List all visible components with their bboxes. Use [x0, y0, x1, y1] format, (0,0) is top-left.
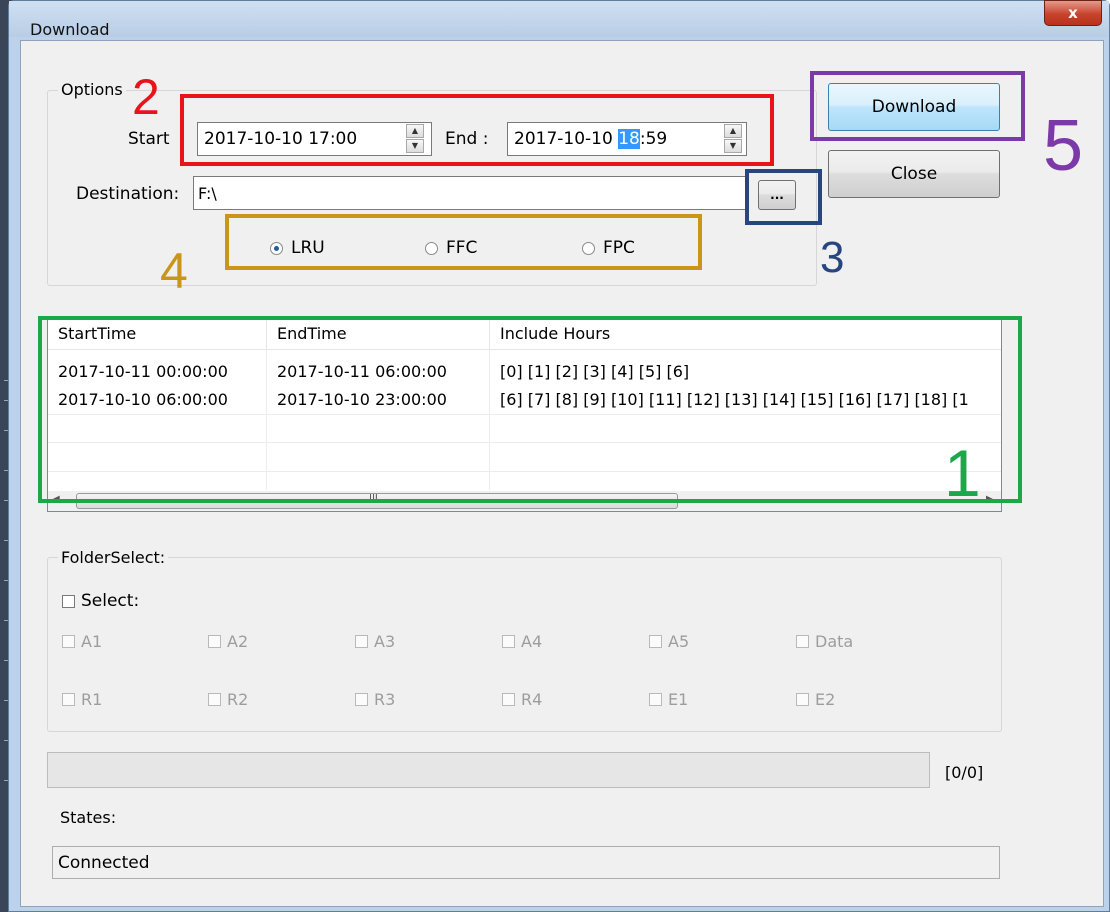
checkbox-r2-label: R2 — [227, 690, 249, 709]
checkbox-e2[interactable]: E2 — [796, 690, 835, 709]
close-button[interactable]: Close — [828, 150, 1000, 198]
checkbox-r3-label: R3 — [374, 690, 396, 709]
checkbox-e2-label: E2 — [815, 690, 836, 709]
annotation-box-1 — [38, 316, 1022, 503]
close-icon: x — [1068, 4, 1078, 22]
checkbox-a2-label: A2 — [227, 632, 249, 651]
checkbox-icon — [502, 693, 515, 706]
checkbox-e1[interactable]: E1 — [649, 690, 688, 709]
folder-select-legend: FolderSelect: — [58, 548, 169, 567]
checkbox-a4[interactable]: A4 — [502, 632, 542, 651]
window-close-button[interactable]: x — [1044, 0, 1102, 26]
checkbox-icon — [355, 693, 368, 706]
checkbox-icon — [62, 594, 75, 608]
checkbox-a4-label: A4 — [521, 632, 543, 651]
checkbox-r2[interactable]: R2 — [208, 690, 248, 709]
checkbox-a1[interactable]: A1 — [62, 632, 102, 651]
checkbox-e1-label: E1 — [668, 690, 689, 709]
checkbox-r4[interactable]: R4 — [502, 690, 542, 709]
annotation-number-2: 2 — [132, 69, 160, 125]
checkbox-r4-label: R4 — [521, 690, 543, 709]
checkbox-icon — [649, 635, 662, 648]
annotation-box-4 — [225, 214, 702, 270]
checkbox-a2[interactable]: A2 — [208, 632, 248, 651]
checkbox-icon — [502, 635, 515, 648]
annotation-box-5 — [810, 71, 1025, 141]
checkbox-icon — [355, 635, 368, 648]
checkbox-r1-label: R1 — [81, 690, 103, 709]
checkbox-icon — [796, 693, 809, 706]
progress-bar — [47, 752, 930, 788]
annotation-number-4: 4 — [160, 243, 188, 299]
window-title: Download — [30, 20, 110, 39]
progress-counter: [0/0] — [945, 763, 984, 782]
select-checkbox-label: Select: — [81, 591, 140, 611]
checkbox-icon — [796, 635, 809, 648]
annotation-number-3: 3 — [820, 233, 845, 282]
checkbox-a3[interactable]: A3 — [355, 632, 395, 651]
destination-input[interactable]: F:\ — [193, 176, 748, 210]
states-status-field: Connected — [52, 846, 1000, 879]
checkbox-a5-label: A5 — [668, 632, 690, 651]
annotation-number-5: 5 — [1043, 106, 1084, 186]
checkbox-icon — [649, 693, 662, 706]
annotation-number-1: 1 — [944, 436, 981, 510]
start-label: Start — [128, 129, 170, 149]
checkbox-r1[interactable]: R1 — [62, 690, 102, 709]
annotation-box-2 — [180, 94, 774, 166]
checkbox-a3-label: A3 — [374, 632, 396, 651]
checkbox-icon — [208, 693, 221, 706]
checkbox-r3[interactable]: R3 — [355, 690, 395, 709]
select-checkbox[interactable]: Select: — [62, 591, 139, 611]
checkbox-icon — [62, 635, 75, 648]
checkbox-a5[interactable]: A5 — [649, 632, 689, 651]
checkbox-data[interactable]: Data — [796, 632, 853, 651]
checkbox-icon — [208, 635, 221, 648]
title-bar[interactable] — [9, 1, 1109, 37]
states-label: States: — [60, 808, 117, 827]
checkbox-data-label: Data — [815, 632, 854, 651]
options-legend: Options — [58, 80, 126, 99]
checkbox-icon — [62, 693, 75, 706]
annotation-box-3 — [745, 169, 822, 225]
destination-label: Destination: — [76, 184, 180, 204]
checkbox-a1-label: A1 — [81, 632, 103, 651]
